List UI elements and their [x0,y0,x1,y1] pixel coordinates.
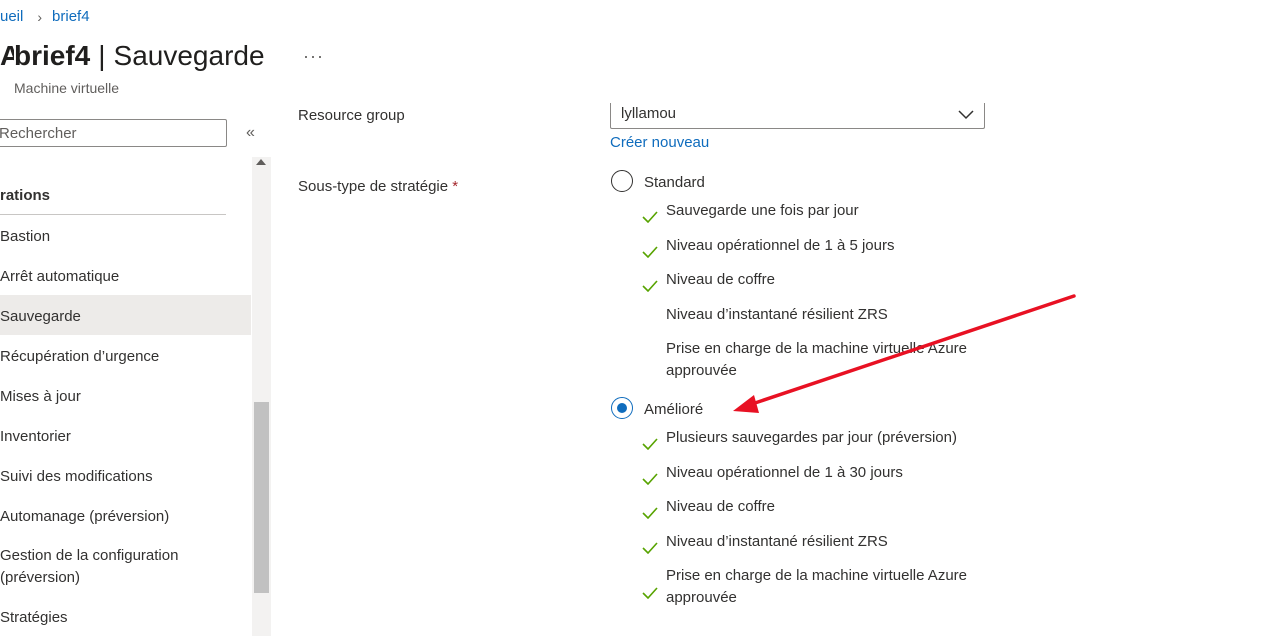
annotation-arrow-icon [733,294,1076,413]
